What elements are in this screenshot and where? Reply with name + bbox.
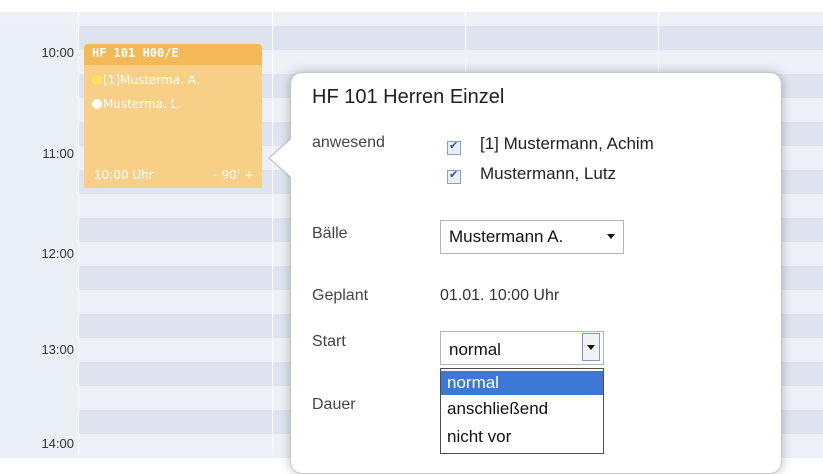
start-label: Start (312, 333, 346, 350)
time-label: 12:00 (41, 246, 74, 261)
attendee-name: Mustermann, Lutz (480, 164, 617, 183)
duration-label: Dauer (312, 396, 356, 413)
start-dropdown-list: normal anschließend nicht vor (440, 368, 604, 454)
attendance-label: anwesend (312, 134, 385, 151)
start-option-anschliessend[interactable]: anschließend (441, 397, 603, 421)
column-divider (272, 12, 273, 454)
event-duration-control[interactable]: - 90' + (213, 168, 254, 182)
event-player-name: [1]Musterma. A. (103, 73, 200, 87)
time-column (0, 26, 78, 454)
start-option-nicht-vor[interactable]: nicht vor (441, 425, 603, 449)
planned-label: Geplant (312, 287, 369, 304)
event-player: [1]Musterma. A. (92, 73, 200, 87)
event-player-name: Musterma. L. (103, 97, 182, 111)
column-divider (78, 12, 79, 454)
event-title: HF 101 H00/E (92, 46, 179, 60)
time-label: 14:00 (41, 436, 74, 451)
event-header[interactable]: HF 101 H00/E (84, 44, 262, 65)
status-dot-icon (92, 99, 102, 109)
status-dot-icon (92, 75, 102, 85)
balls-select-value: Mustermann A. (449, 227, 564, 246)
event-player: Musterma. L. (92, 97, 181, 111)
start-select[interactable]: normal (440, 331, 604, 365)
time-label: 13:00 (41, 342, 74, 357)
chevron-down-icon (607, 234, 615, 239)
calendar-event[interactable]: HF 101 H00/E [1]Musterma. A. Musterma. L… (84, 44, 262, 188)
planned-value: 01.01. 10:00 Uhr (440, 287, 560, 304)
start-select-value: normal (449, 340, 501, 359)
start-option-normal[interactable]: normal (441, 371, 603, 395)
calendar-header-strip (0, 12, 823, 26)
calendar-top (0, 0, 823, 12)
attendee-checkbox[interactable] (447, 139, 461, 155)
balls-select[interactable]: Mustermann A. (440, 220, 624, 254)
attendee-checkbox[interactable] (447, 168, 461, 184)
balls-label: Bälle (312, 225, 348, 242)
chevron-down-icon[interactable] (582, 333, 600, 361)
time-label: 10:00 (41, 45, 74, 60)
popup-title: HF 101 Herren Einzel (312, 86, 505, 108)
time-label: 11:00 (42, 146, 74, 161)
popup-pointer-fill (270, 139, 291, 177)
attendee-name: [1] Mustermann, Achim (480, 134, 654, 153)
event-start-time: 10:00 Uhr (94, 168, 154, 182)
